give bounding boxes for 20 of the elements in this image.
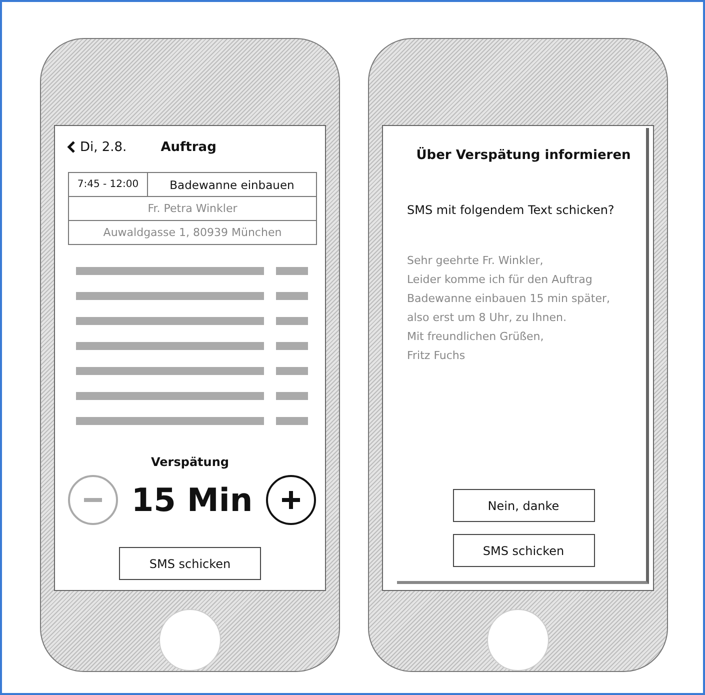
customer-cell: Fr. Petra Winkler	[68, 196, 316, 220]
delay-value: 15 Min	[131, 481, 253, 519]
decline-button[interactable]: Nein, danke	[452, 489, 594, 522]
increase-button[interactable]	[266, 475, 316, 525]
task-cell: Badewanne einbauen	[148, 172, 316, 196]
back-button[interactable]: Di, 2.8.	[67, 140, 127, 154]
home-button[interactable]	[487, 609, 549, 671]
home-button[interactable]	[159, 609, 221, 671]
time-cell: 7:45 - 12:00	[68, 172, 148, 196]
screen-title: Auftrag	[160, 140, 216, 154]
dialog-title: Über Verspätung informieren	[416, 148, 631, 163]
sms-message: Sehr geehrte Fr. Winkler, Leider komme ich für den Auftrag Badewanne einbauen 15 min später, also erst um 8 Uhr, zu Ihnen. Mit freundlichen Grüßen, Fritz Fuchs	[407, 253, 610, 364]
address-cell: Auwaldgasse 1, 80939 München	[68, 220, 316, 244]
plus-icon	[282, 491, 300, 509]
dialog-question: SMS mit folgendem Text schicken?	[407, 203, 614, 217]
chevron-left-icon	[67, 141, 76, 153]
minus-icon	[84, 498, 102, 502]
delay-label: Verspätung	[151, 455, 229, 469]
send-sms-button[interactable]: SMS schicken	[452, 534, 594, 567]
send-sms-button[interactable]: SMS schicken	[119, 547, 261, 580]
